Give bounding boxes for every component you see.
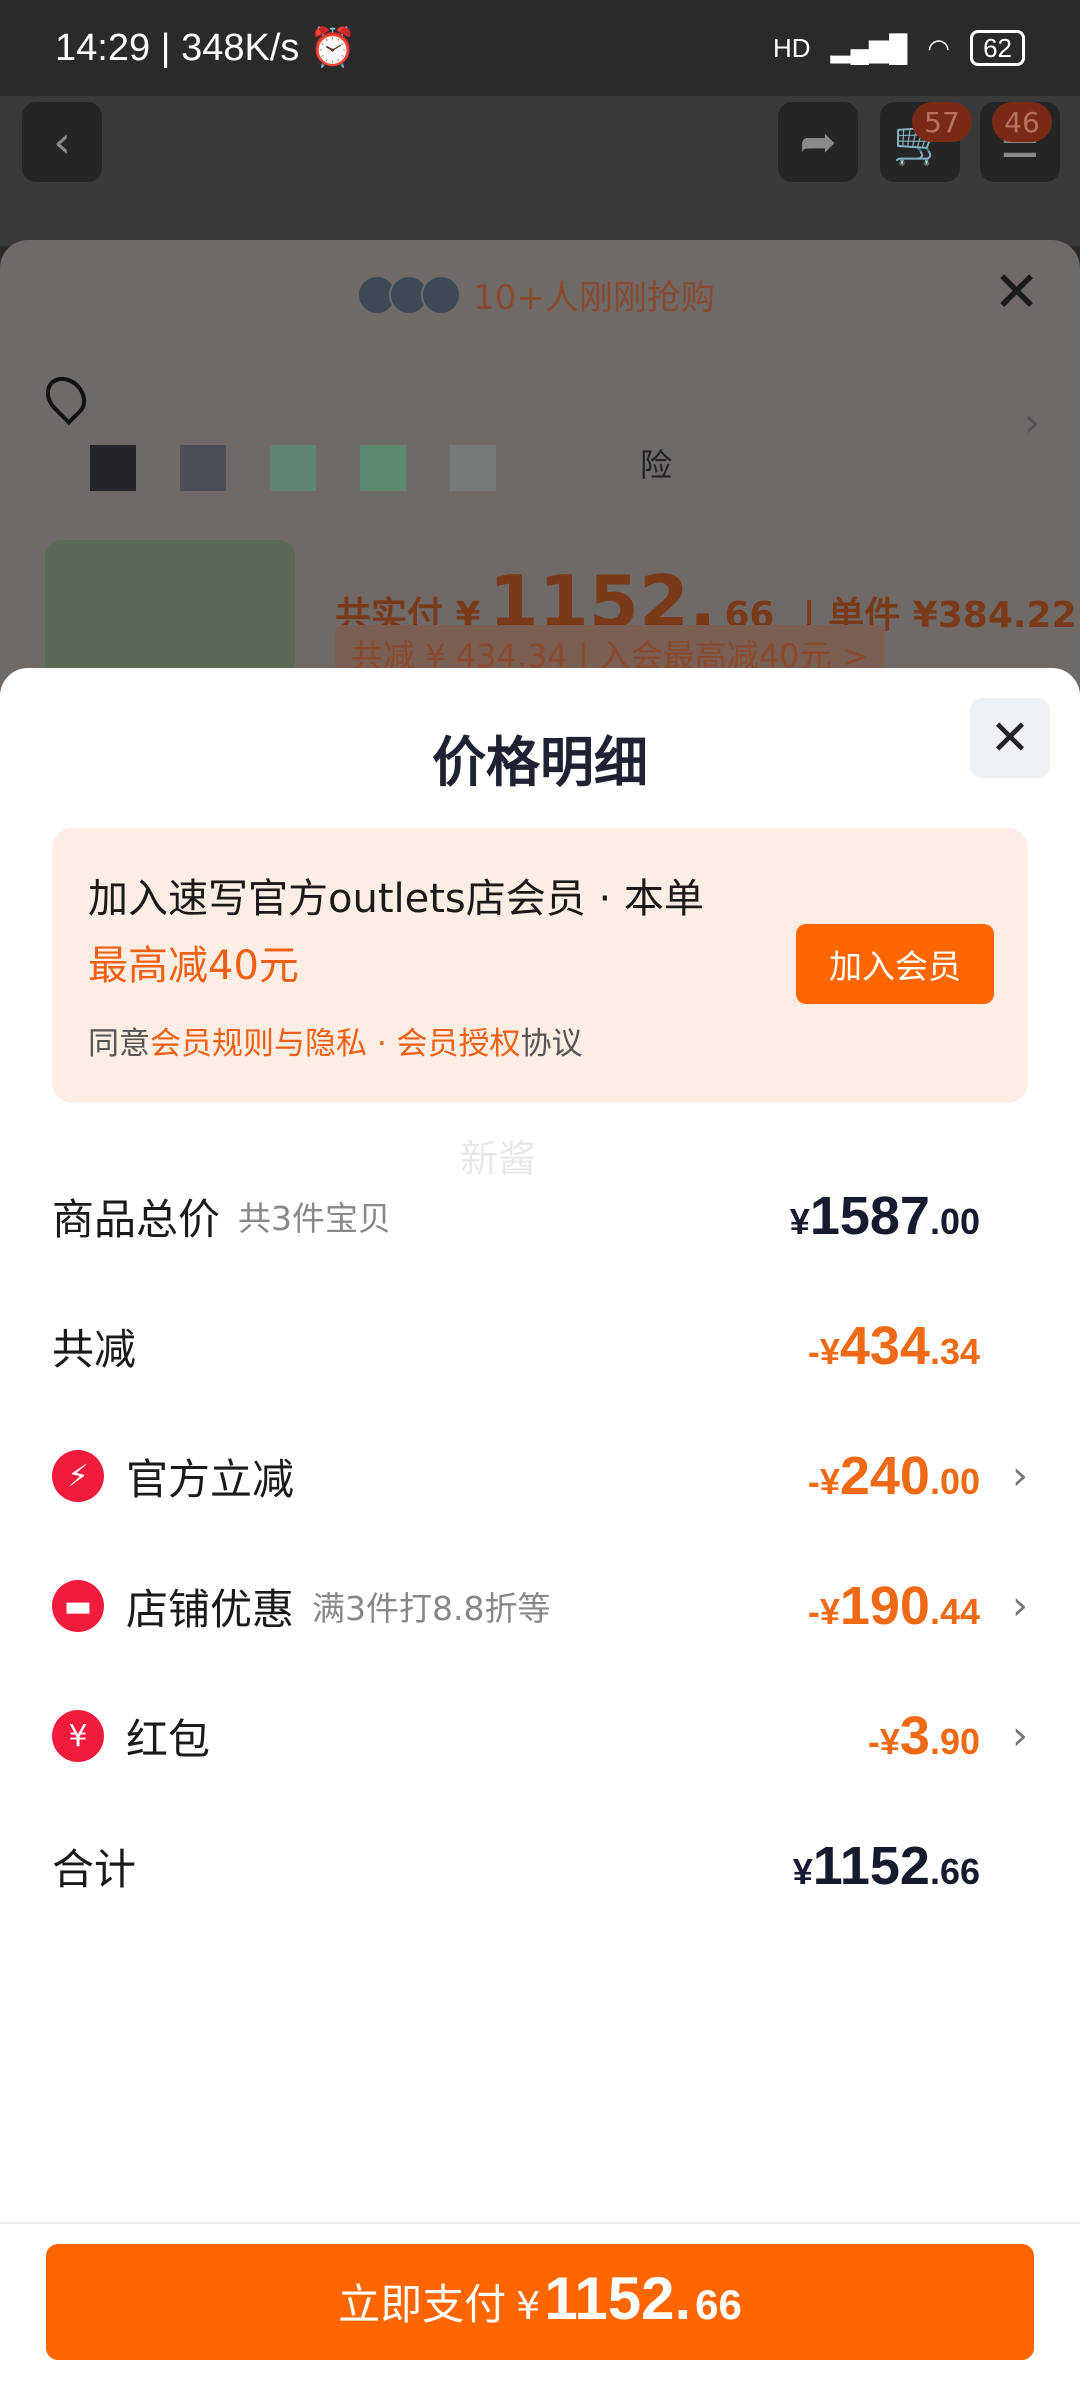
row-amount: -¥ 190.44 (807, 1576, 980, 1636)
shop-icon: ▬ (52, 1580, 104, 1632)
chevron-right-icon: › (1012, 1583, 1028, 1629)
join-member-button[interactable]: 加入会员 (796, 924, 994, 1004)
message-badge: 46 (992, 102, 1052, 142)
product-top-nav: ‹ ➦ 🛒 57 ☰ 46 (0, 96, 1080, 246)
close-icon: ✕ (989, 710, 1031, 766)
member-line2: 最高减40元 (88, 943, 299, 989)
network-label: HD (772, 32, 811, 63)
background-sku-sheet: 10+人刚刚抢购 ✕ › 险 共实付 ¥ 1152. 66 | 单件 ¥384.… (0, 240, 1080, 710)
row-amount: ¥1152.66 (792, 1836, 980, 1896)
row-label: 官方立减 (126, 1454, 295, 1504)
row-label: 商品总价 (52, 1194, 221, 1244)
row-sub: 满3件打8.8折等 (312, 1589, 551, 1628)
color-swatches (90, 445, 496, 491)
lightning-icon: ⚡ (52, 1450, 104, 1502)
swatch[interactable] (450, 445, 496, 491)
agreement-link[interactable]: 会员规则与隐私 · 会员授权 (150, 1026, 521, 1062)
alarm-icon: ⏰ (309, 27, 357, 69)
page-title: 价格明细 (432, 731, 648, 794)
buyers-text: 10+人刚刚抢购 (473, 278, 715, 318)
row-shop-discount[interactable]: ▬ 店铺优惠 满3件打8.8折等 -¥ 190.44 › (52, 1566, 1028, 1646)
status-bar: 14:29 | 348K/s ⏰ HD ▂▄▆█ ◠ 62 (0, 0, 1080, 96)
chevron-right-icon: › (1012, 1713, 1028, 1759)
location-icon (37, 368, 95, 426)
row-goods-total: 商品总价 共3件宝贝 ¥1587.00 (52, 1176, 1028, 1256)
pay-now-button[interactable]: 立即支付 ¥ 1152. 66 (46, 2244, 1034, 2360)
swatch[interactable] (90, 445, 136, 491)
wifi-icon: ◠ (927, 32, 951, 63)
swatch[interactable] (180, 445, 226, 491)
signal-icon: ▂▄▆█ (830, 32, 908, 63)
buyer-avatars (357, 274, 462, 315)
share-button[interactable]: ➦ (778, 102, 858, 182)
row-official-discount[interactable]: ⚡ 官方立减 -¥ 240.00 › (52, 1436, 1028, 1516)
member-agreement: 同意会员规则与隐私 · 会员授权协议 (88, 1026, 583, 1062)
row-label: 红包 (126, 1714, 211, 1764)
footer-bar: 立即支付 ¥ 1152. 66 (0, 2222, 1080, 2400)
row-sub: 共3件宝贝 (238, 1199, 392, 1238)
price-detail-sheet: 价格明细 ✕ 加入速写官方outlets店会员 · 本单 最高减40元 同意会员… (0, 668, 1080, 2400)
member-card: 加入速写官方outlets店会员 · 本单 最高减40元 同意会员规则与隐私 ·… (52, 828, 1028, 1103)
watermark: 新酱 (460, 1137, 537, 1181)
status-time: 14:29 (55, 26, 151, 69)
row-label: 共减 (52, 1324, 137, 1374)
swatch[interactable] (270, 445, 316, 491)
row-total-reduce: 共减 -¥ 434.34 (52, 1306, 1028, 1386)
status-speed: 348K/s (181, 26, 300, 69)
close-button[interactable]: ✕ (970, 698, 1050, 778)
share-icon: ➦ (799, 116, 837, 168)
swatch[interactable] (360, 445, 406, 491)
row-label: 合计 (52, 1844, 137, 1894)
chevron-left-icon: ‹ (53, 116, 71, 168)
chevron-right-icon: › (1024, 400, 1040, 446)
red-packet-icon: ¥ (52, 1710, 104, 1762)
battery-icon: 62 (970, 30, 1025, 66)
insurance-text: 险 (640, 446, 673, 484)
row-amount: -¥ 434.34 (807, 1316, 980, 1376)
battery-level: 62 (983, 32, 1012, 63)
row-amount: -¥ 3.90 (867, 1706, 980, 1766)
chevron-right-icon: › (1012, 1453, 1028, 1499)
row-grand-total: 合计 ¥1152.66 (52, 1826, 1028, 1906)
row-label: 店铺优惠 (126, 1584, 295, 1634)
row-amount: ¥1587.00 (789, 1186, 980, 1246)
cart-badge: 57 (912, 102, 972, 142)
back-button[interactable]: ‹ (22, 102, 102, 182)
row-amount: -¥ 240.00 (807, 1446, 980, 1506)
avatar (421, 274, 462, 315)
member-line1: 加入速写官方outlets店会员 · 本单 (88, 876, 704, 922)
row-red-packet[interactable]: ¥ 红包 -¥ 3.90 › (52, 1696, 1028, 1776)
background-close-icon[interactable]: ✕ (993, 260, 1040, 325)
